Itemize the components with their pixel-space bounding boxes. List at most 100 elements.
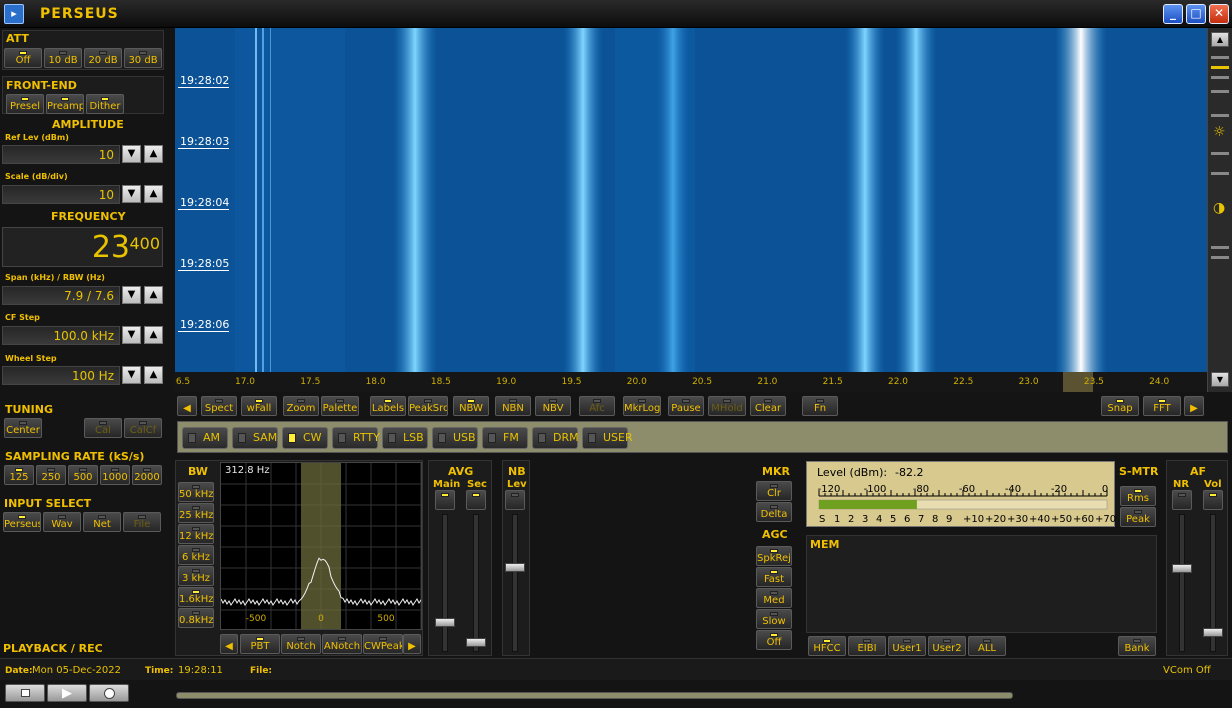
waterfall-scrollbar[interactable]: ▲ ☼ ◑ ▼ [1207, 28, 1232, 392]
toolbar-mhold-button[interactable]: MHold [708, 396, 746, 416]
sampling-1000-button[interactable]: 1000 [100, 465, 130, 485]
scroll-down-button[interactable]: ▼ [1211, 372, 1229, 387]
sampling-500-button[interactable]: 500 [68, 465, 98, 485]
mem-user2-button[interactable]: User2 [928, 636, 966, 656]
bw-left-button[interactable]: ◀ [220, 634, 238, 654]
bw-spectrum[interactable]: 312.8 Hz [220, 462, 422, 630]
ref-level-down-button[interactable]: ▼ [122, 145, 141, 163]
toolbar-pause-button[interactable]: Pause [668, 396, 704, 416]
mode-lsb-button[interactable]: LSB [382, 427, 428, 449]
cfstep-up-button[interactable]: ▲ [144, 326, 163, 344]
toolbar-snap-button[interactable]: Snap [1101, 396, 1139, 416]
mode-am-button[interactable]: AM [182, 427, 228, 449]
smtr-peak-button[interactable]: Peak [1120, 507, 1156, 527]
brightness-icon[interactable]: ☼ [1213, 124, 1226, 140]
scroll-right-button[interactable]: ▶ [1184, 396, 1204, 416]
close-button[interactable]: ✕ [1209, 4, 1229, 24]
scroll-up-button[interactable]: ▲ [1211, 32, 1229, 47]
tuning-center-button[interactable]: Center [4, 418, 42, 438]
toolbar-nbv-button[interactable]: NBV [535, 396, 571, 416]
att-10-db-button[interactable]: 10 dB [44, 48, 82, 68]
tuning-calcf-button[interactable]: CalCf [124, 418, 162, 438]
toolbar-fft-button[interactable]: FFT [1143, 396, 1181, 416]
af-nr-button[interactable] [1172, 490, 1192, 510]
span-down-button[interactable]: ▼ [122, 286, 141, 304]
wheel-step-up-button[interactable]: ▲ [144, 366, 163, 384]
toolbar-peaksrc-button[interactable]: PeakSrc [408, 396, 448, 416]
toolbar-fn-button[interactable]: Fn [802, 396, 838, 416]
agc-slow-button[interactable]: Slow [756, 609, 792, 629]
bw-12-khz-button[interactable]: 12 kHz [178, 524, 214, 544]
scale-up-button[interactable]: ▲ [144, 185, 163, 203]
nb-slider[interactable] [505, 563, 525, 572]
agc-fast-button[interactable]: Fast [756, 567, 792, 587]
scroll-left-button[interactable]: ◀ [177, 396, 197, 416]
mode-usb-button[interactable]: USB [432, 427, 478, 449]
frequency-display[interactable]: 23 400 [2, 227, 163, 267]
bw-25-khz-button[interactable]: 25 kHz [178, 503, 214, 523]
sampling-250-button[interactable]: 250 [36, 465, 66, 485]
mode-fm-button[interactable]: FM [482, 427, 528, 449]
agc-med-button[interactable]: Med [756, 588, 792, 608]
avg-sec-slider[interactable] [466, 638, 486, 647]
record-button[interactable] [89, 684, 129, 702]
wheel-step-down-button[interactable]: ▼ [122, 366, 141, 384]
af-vol-slider[interactable] [1203, 628, 1223, 637]
toolbar-nbw-button[interactable]: NBW [453, 396, 489, 416]
sampling-2000-button[interactable]: 2000 [132, 465, 162, 485]
bw-3-khz-button[interactable]: 3 kHz [178, 566, 214, 586]
att-20-db-button[interactable]: 20 dB [84, 48, 122, 68]
bw-anotch-button[interactable]: ANotch [322, 634, 362, 654]
mem-user1-button[interactable]: User1 [888, 636, 926, 656]
span-up-button[interactable]: ▲ [144, 286, 163, 304]
toolbar-clear-button[interactable]: Clear [750, 396, 786, 416]
toolbar-mkrlog-button[interactable]: MkrLog [623, 396, 661, 416]
toolbar-zoom-button[interactable]: Zoom [283, 396, 319, 416]
minimize-button[interactable]: _ [1163, 4, 1183, 24]
avg-main-button[interactable] [435, 490, 455, 510]
mem-panel[interactable]: MEM [806, 535, 1157, 633]
att-off-button[interactable]: Off [4, 48, 42, 68]
mem-hfcc-button[interactable]: HFCC [808, 636, 846, 656]
bw-right-button[interactable]: ▶ [403, 634, 421, 654]
toolbar-labels-button[interactable]: Labels [370, 396, 406, 416]
frontend-dither-button[interactable]: Dither [86, 94, 124, 114]
ref-level-up-button[interactable]: ▲ [144, 145, 163, 163]
cfstep-field[interactable]: 100.0 kHz [2, 326, 120, 345]
mem-bank-button[interactable]: Bank [1118, 636, 1156, 656]
mode-sam-button[interactable]: SAM [232, 427, 278, 449]
bw-notch-button[interactable]: Notch [281, 634, 321, 654]
mkr-clr-button[interactable]: Clr [756, 481, 792, 501]
toolbar-wfall-button[interactable]: wFall [241, 396, 277, 416]
bw-6-khz-button[interactable]: 6 kHz [178, 545, 214, 565]
mem-all-button[interactable]: ALL [968, 636, 1006, 656]
frontend-preamp-button[interactable]: Preamp [46, 94, 84, 114]
sampling-125-button[interactable]: 125 [4, 465, 34, 485]
mode-rtty-button[interactable]: RTTY [332, 427, 380, 449]
maximize-button[interactable]: □ [1186, 4, 1206, 24]
nb-button[interactable] [505, 490, 525, 510]
cfstep-down-button[interactable]: ▼ [122, 326, 141, 344]
avg-sec-button[interactable] [466, 490, 486, 510]
smtr-rms-button[interactable]: Rms [1120, 486, 1156, 506]
input-perseus-button[interactable]: Perseus [3, 512, 41, 532]
span-field[interactable]: 7.9 / 7.6 [2, 286, 120, 305]
stop-button[interactable] [5, 684, 45, 702]
bw-pbt-button[interactable]: PBT [240, 634, 280, 654]
toolbar-afc-button[interactable]: Afc [579, 396, 615, 416]
waterfall-display[interactable]: 19:28:02 19:28:03 19:28:04 19:28:05 19:28:06 [175, 28, 1207, 372]
bw-cwpeak-button[interactable]: CWPeak [363, 634, 403, 654]
agc-off-button[interactable]: Off [756, 630, 792, 650]
att-30-db-button[interactable]: 30 dB [124, 48, 162, 68]
playback-position-bar[interactable] [176, 692, 1013, 699]
play-button[interactable]: ▶ [47, 684, 87, 702]
mode-drm-button[interactable]: DRM [532, 427, 579, 449]
input-net-button[interactable]: Net [83, 512, 121, 532]
af-vol-button[interactable] [1203, 490, 1223, 510]
scale-down-button[interactable]: ▼ [122, 185, 141, 203]
af-nr-slider[interactable] [1172, 564, 1192, 573]
toolbar-spect-button[interactable]: Spect [201, 396, 237, 416]
toolbar-nbn-button[interactable]: NBN [495, 396, 531, 416]
mem-eibi-button[interactable]: EIBI [848, 636, 886, 656]
wheel-step-field[interactable]: 100 Hz [2, 366, 120, 385]
